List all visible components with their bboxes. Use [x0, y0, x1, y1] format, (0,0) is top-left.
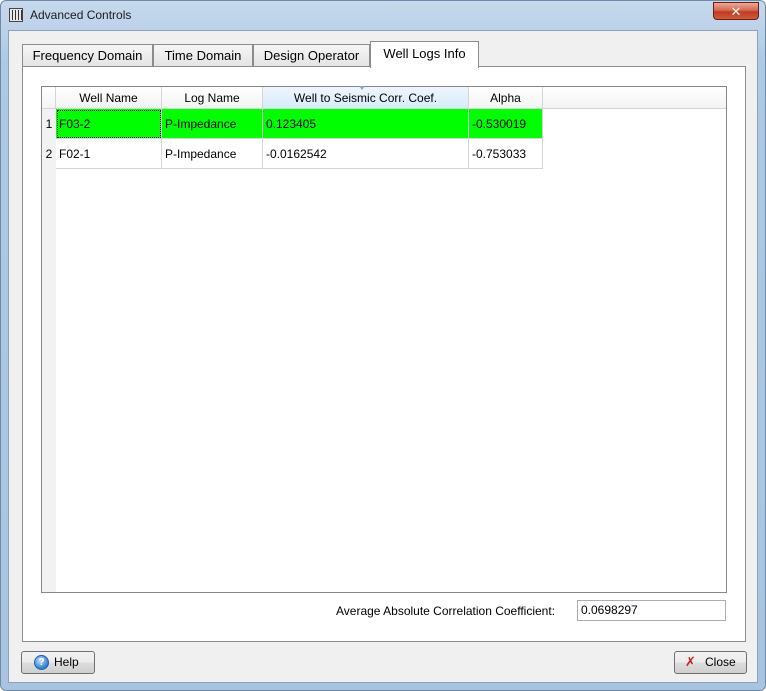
close-x-icon: ✕ [730, 4, 742, 19]
tab-well-logs-info[interactable]: Well Logs Info [370, 41, 479, 68]
column-header-log-name[interactable]: Log Name [162, 87, 263, 109]
corner-header [42, 87, 56, 109]
table-cell-log-name[interactable]: P-Impedance [162, 109, 263, 139]
column-header-alpha[interactable]: Alpha [469, 87, 543, 109]
table-cell-corr-coef[interactable]: 0.123405 [263, 109, 469, 139]
table-cell-well-name[interactable]: F03-2 [56, 109, 162, 139]
avg-corr-field[interactable]: 0.0698297 [577, 600, 726, 621]
table-cell-alpha[interactable]: -0.530019 [469, 109, 543, 139]
column-header-corr-coef[interactable]: Well to Seismic Corr. Coef. [263, 86, 469, 109]
tab-design-operator[interactable]: Design Operator [253, 44, 370, 67]
table-cell-log-name[interactable]: P-Impedance [162, 139, 263, 169]
column-header-filler [543, 87, 726, 109]
title-bar[interactable]: Advanced Controls ✕ [1, 1, 765, 29]
window-close-button[interactable]: ✕ [713, 2, 759, 20]
sort-indicator-icon [359, 86, 365, 90]
row-number: 1 [45, 117, 53, 131]
window-title: Advanced Controls [30, 8, 132, 22]
help-button[interactable]: ? Help [21, 651, 95, 674]
column-header-corr-coef-label: Well to Seismic Corr. Coef. [293, 91, 438, 105]
tab-frequency-domain[interactable]: Frequency Domain [22, 44, 153, 67]
table-cell-alpha[interactable]: -0.753033 [469, 139, 543, 169]
row-number: 2 [45, 147, 53, 161]
close-button-label: Close [705, 655, 736, 669]
well-logs-info-panel: Well Name Log Name Well to Seismic Corr.… [22, 66, 746, 642]
close-button[interactable]: ✗ Close [674, 651, 747, 674]
close-icon: ✗ [685, 654, 696, 669]
tab-time-domain[interactable]: Time Domain [153, 44, 253, 67]
advanced-controls-window: Advanced Controls ✕ Frequency Domain Tim… [0, 0, 766, 691]
help-icon: ? [34, 655, 49, 670]
dialog-body: Frequency Domain Time Domain Design Oper… [8, 30, 758, 683]
table-cell-corr-coef[interactable]: -0.0162542 [263, 139, 469, 169]
column-header-well-name[interactable]: Well Name [56, 87, 162, 109]
help-button-label: Help [54, 655, 79, 669]
app-icon [9, 8, 23, 22]
table-cell-well-name[interactable]: F02-1 [56, 139, 162, 169]
well-logs-table[interactable]: Well Name Log Name Well to Seismic Corr.… [41, 86, 727, 593]
avg-corr-label: Average Absolute Correlation Coefficient… [336, 604, 556, 618]
